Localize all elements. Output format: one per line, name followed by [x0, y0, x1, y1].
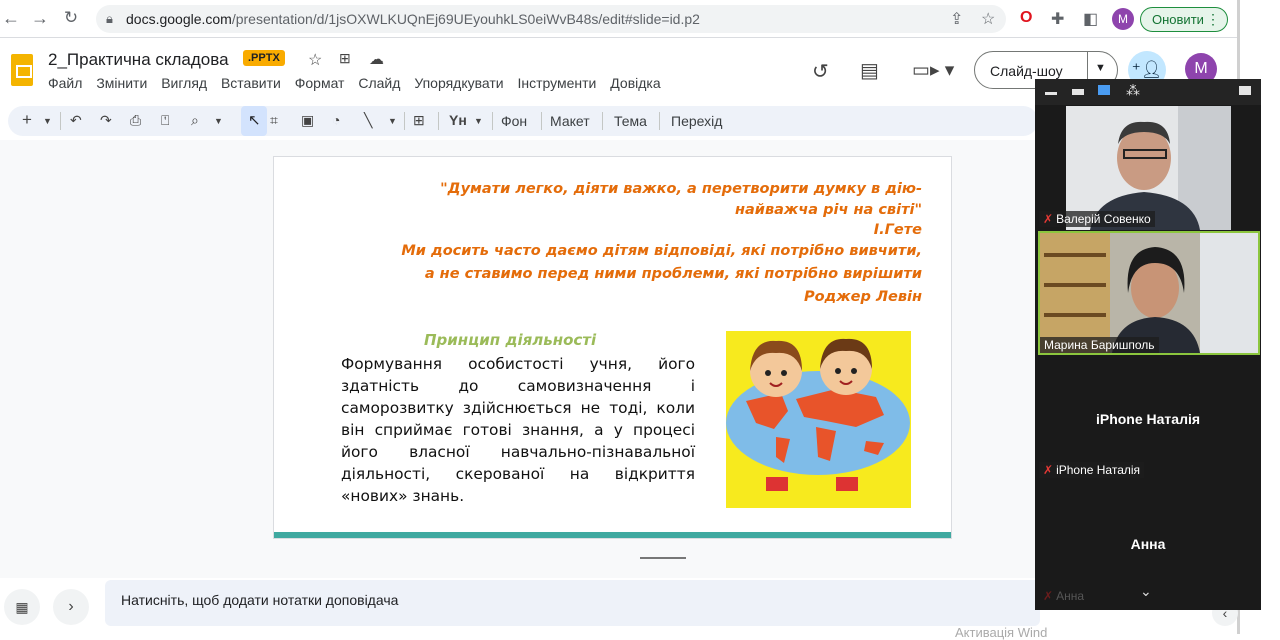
- comments-icon[interactable]: ▤: [860, 58, 879, 83]
- paint-format-icon[interactable]: ⍞: [161, 112, 169, 129]
- menu-view[interactable]: Вигляд: [161, 75, 207, 91]
- editing-toolbar: + ▼ ↶ ↷ ⎙ ⍞ ⌕ ▼ ↖ ⌗ ▣ ◔ ╲ ▼ ⊞ Yн ▼ Фон М…: [8, 106, 1038, 136]
- quote2-author: Роджер Левін: [803, 289, 922, 305]
- browser-toolbar: ← → ↻ 🔒︎ docs.google.com/presentation/d/…: [0, 0, 1237, 38]
- layout-button[interactable]: Макет: [550, 113, 590, 129]
- line-menu-icon[interactable]: ▼: [388, 116, 397, 126]
- children-globe-image[interactable]: [726, 331, 911, 508]
- input-tools-icon[interactable]: Yн: [449, 112, 467, 128]
- chevron-down-icon[interactable]: ⌄: [1140, 583, 1152, 600]
- star-icon[interactable]: ☆: [308, 50, 322, 70]
- quote1-line1: "Думати легко, діяти важко, а перетворит…: [440, 181, 922, 197]
- undo-icon[interactable]: ↶: [70, 112, 82, 129]
- cloud-status-icon[interactable]: ☁: [369, 50, 384, 68]
- transition-button[interactable]: Перехід: [671, 113, 722, 129]
- menu-edit[interactable]: Змінити: [96, 75, 147, 91]
- extensions-icon[interactable]: ✚: [1051, 9, 1064, 29]
- select-tool[interactable]: ↖: [241, 106, 267, 136]
- document-title[interactable]: 2_Практична складова: [48, 50, 229, 70]
- menu-slide[interactable]: Слайд: [358, 75, 400, 91]
- image-icon[interactable]: ▣: [301, 112, 314, 129]
- menu-file[interactable]: Файл: [48, 75, 82, 91]
- slides-logo-icon[interactable]: [11, 54, 33, 86]
- update-button[interactable]: Оновити ⋮: [1140, 7, 1228, 32]
- speaker-notes[interactable]: Натисніть, щоб додати нотатки доповідача: [105, 580, 1040, 626]
- line-icon[interactable]: ╲: [364, 112, 372, 129]
- zoom-menu-icon[interactable]: ▼: [214, 116, 223, 126]
- minimize-icon[interactable]: [1045, 92, 1057, 95]
- more-vert-icon: ⋮: [1206, 11, 1220, 27]
- gallery-view-icon[interactable]: ⁂: [1126, 82, 1140, 99]
- meet-camera-icon[interactable]: ▭▸ ▾: [912, 59, 954, 82]
- speaker-view-icon[interactable]: [1098, 85, 1110, 95]
- side-panel-icon[interactable]: ◧: [1083, 9, 1098, 29]
- zoom-video-panel: ⁂ ✗ Валерій Совенко Марина Баришполь iPho…: [1035, 79, 1261, 610]
- principle-text: Формування особистості учня, його здатні…: [341, 355, 695, 505]
- print-icon[interactable]: ⎙: [130, 112, 141, 129]
- menu-tools[interactable]: Інструменти: [518, 75, 597, 91]
- new-slide-icon[interactable]: +: [22, 110, 32, 130]
- move-folder-icon[interactable]: ⊞: [339, 50, 351, 67]
- lock-icon: 🔒︎: [106, 11, 113, 26]
- url-text: docs.google.com/presentation/d/1jsOXWLKU…: [126, 11, 700, 27]
- exit-floating-icon[interactable]: [1239, 86, 1251, 95]
- reload-icon[interactable]: ↻: [60, 8, 82, 28]
- redo-icon[interactable]: ↷: [100, 112, 112, 129]
- new-slide-menu-icon[interactable]: ▼: [43, 116, 52, 126]
- menu-bar: Файл Змінити Вигляд Вставити Формат Слай…: [48, 75, 671, 91]
- text-box-icon[interactable]: ⌗: [270, 112, 278, 129]
- single-view-icon[interactable]: [1072, 89, 1084, 95]
- menu-format[interactable]: Формат: [295, 75, 345, 91]
- menu-insert[interactable]: Вставити: [221, 75, 281, 91]
- file-format-badge: .PPTX: [243, 50, 285, 66]
- theme-button[interactable]: Тема: [614, 113, 647, 129]
- participant-tile-3[interactable]: iPhone Наталія: [1035, 411, 1261, 427]
- zoom-view-controls: ⁂: [1035, 79, 1261, 105]
- participant-tile-4[interactable]: Анна: [1035, 536, 1261, 552]
- profile-avatar[interactable]: M: [1112, 8, 1134, 30]
- menu-help[interactable]: Довідка: [610, 75, 660, 91]
- mic-muted-icon: ✗: [1043, 589, 1054, 603]
- principle-title: Принцип діяльності: [424, 331, 597, 349]
- expand-filmstrip-icon[interactable]: ›: [53, 589, 89, 625]
- quote1-author: І.Гете: [873, 222, 922, 238]
- opera-icon[interactable]: O: [1020, 9, 1032, 27]
- chevron-down-icon[interactable]: ▼: [1095, 62, 1106, 74]
- participant-name-4: ✗ Анна: [1043, 589, 1084, 603]
- quote1-line2: найважча річ на світі": [734, 202, 922, 218]
- input-tools-menu-icon[interactable]: ▼: [474, 116, 483, 126]
- participant-name-1: ✗ Валерій Совенко: [1039, 211, 1155, 227]
- participant-name-3: ✗ iPhone Наталія: [1039, 462, 1145, 478]
- notes-resize-handle[interactable]: [640, 557, 686, 559]
- version-history-icon[interactable]: ↺: [812, 59, 829, 84]
- shape-icon[interactable]: ◔: [332, 112, 340, 128]
- quote2-line1: Ми досить часто даємо дітям відповіді, я…: [401, 243, 922, 259]
- menu-arrange[interactable]: Упорядкувати: [414, 75, 503, 91]
- background-button[interactable]: Фон: [501, 113, 527, 129]
- address-bar[interactable]: 🔒︎ docs.google.com/presentation/d/1jsOXW…: [96, 5, 1006, 33]
- slide-accent-bar: [274, 532, 951, 538]
- back-icon[interactable]: ←: [0, 8, 22, 29]
- slide[interactable]: "Думати легко, діяти важко, а перетворит…: [273, 156, 952, 539]
- windows-activation-watermark: Активація Wind: [955, 625, 1048, 640]
- grid-view-icon[interactable]: ▦: [4, 589, 40, 625]
- forward-icon[interactable]: →: [29, 8, 51, 29]
- mic-muted-icon: ✗: [1043, 463, 1054, 477]
- add-comment-icon[interactable]: ⊞: [413, 112, 425, 129]
- participant-name-2: Марина Баришполь: [1040, 337, 1159, 353]
- zoom-icon[interactable]: ⌕: [191, 112, 199, 129]
- mic-muted-icon: ✗: [1043, 212, 1054, 226]
- bookmark-star-icon[interactable]: ☆: [981, 9, 995, 29]
- quote2-line2: а не ставимо перед ними проблеми, які по…: [424, 266, 922, 282]
- share-page-icon[interactable]: ⇪: [950, 9, 963, 29]
